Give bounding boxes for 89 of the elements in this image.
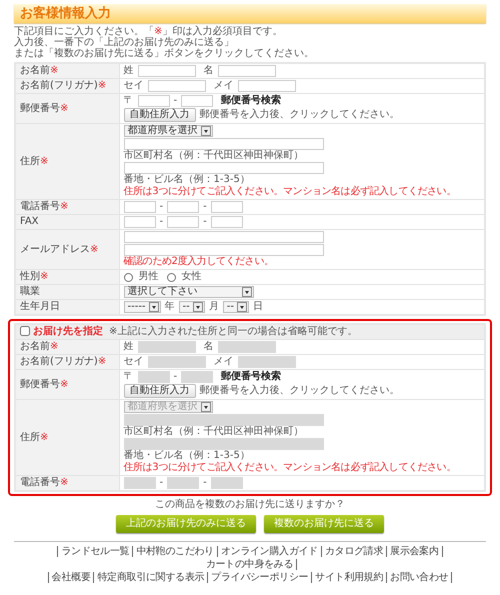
footer-link[interactable]: サイト利用規約: [312, 572, 388, 583]
hint-text: 郵便番号を入力後、クリックしてください。: [200, 385, 400, 397]
note-text: 住所は3つに分けてご記入ください。マンション名は必ず記入してください。: [124, 186, 457, 198]
footer-link[interactable]: 中村鞄のこだわり: [133, 546, 218, 557]
field-prefix: メイ: [214, 80, 234, 92]
unit-label: 日: [252, 301, 263, 313]
hyphen-text: -: [160, 216, 164, 228]
caption-text: 番地・ビル名（例：1-3-5）: [124, 450, 251, 462]
field-label: 郵便番号※: [15, 94, 119, 124]
field-label: メールアドレス※: [15, 230, 119, 270]
field-prefix: 〒: [124, 371, 134, 383]
text-field[interactable]: [181, 95, 214, 107]
field-label: 電話番号※: [15, 476, 119, 491]
field-prefix: メイ: [214, 356, 234, 368]
field-prefix: 姓: [124, 341, 134, 353]
text-field[interactable]: [124, 216, 156, 228]
footer-link[interactable]: カートの中身をみる: [202, 559, 298, 570]
unit-label: 月: [208, 301, 219, 313]
select-field[interactable]: 選択して下さい: [124, 286, 254, 298]
caption-text: 市区町村名（例：千代田区神田神保町）: [124, 426, 304, 438]
field-label: お名前※: [15, 63, 119, 78]
unit-label: 年: [164, 301, 175, 313]
hyphen-text: -: [203, 216, 207, 228]
field-label: お名前(フリガナ)※: [15, 354, 119, 370]
text-field[interactable]: [238, 80, 296, 92]
caption-text: 番地・ビル名（例：1-3-5）: [124, 174, 251, 186]
footer-link[interactable]: 特定商取引に関する表示: [94, 572, 208, 583]
text-field[interactable]: [218, 65, 276, 77]
footer-link[interactable]: プライバシーポリシー: [208, 572, 312, 583]
field-prefix: セイ: [124, 356, 144, 368]
field-prefix: 〒: [124, 95, 134, 107]
hyphen-text: -: [174, 95, 178, 107]
option-label: 女性: [182, 271, 202, 283]
text-field[interactable]: [124, 162, 324, 174]
field-label: お名前※: [15, 340, 119, 354]
hyphen-text: -: [160, 477, 164, 489]
intro-text: 入力後、一番下の「上記のお届け先のみに送る」: [14, 37, 235, 48]
text-field[interactable]: [124, 231, 324, 243]
option-label: 男性: [138, 271, 158, 283]
auto-address-button[interactable]: 自動住所入力: [124, 108, 196, 122]
note-text: 住所は3つに分けてご記入ください。マンション名は必ず記入してください。: [124, 462, 457, 474]
text-field[interactable]: [167, 216, 200, 228]
field-prefix: 名: [204, 65, 214, 77]
text-field[interactable]: [138, 95, 170, 107]
footer-link[interactable]: 会社概要: [48, 572, 94, 583]
footer-link[interactable]: カタログ請求: [322, 546, 388, 557]
field-label: お名前(フリガナ)※: [15, 78, 119, 94]
field-label: 郵便番号※: [15, 370, 119, 400]
hyphen-text: -: [160, 201, 164, 213]
text-field[interactable]: [138, 65, 196, 77]
footer-link[interactable]: ランドセル一覧: [57, 546, 134, 557]
select-field[interactable]: --: [222, 301, 249, 313]
text-field[interactable]: [124, 138, 324, 150]
text-field[interactable]: [210, 201, 243, 213]
field-label: 住所※: [15, 400, 119, 476]
field-prefix: セイ: [124, 80, 144, 92]
field-label: FAX: [15, 214, 119, 230]
hint-text: 郵便番号を入力後、クリックしてください。: [200, 109, 400, 121]
field-label: 電話番号※: [15, 200, 119, 214]
field-label: 住所※: [15, 124, 119, 200]
intro-text: 下記項目にご入力ください。「※」印は入力必須項目です。: [14, 26, 284, 37]
field-label: 性別※: [15, 270, 119, 284]
radio-button[interactable]: [124, 272, 132, 282]
text-field[interactable]: [124, 201, 156, 213]
select-field[interactable]: 都道府県を選択: [124, 125, 212, 137]
postal-search-link[interactable]: 郵便番号検索: [221, 95, 282, 107]
text-field[interactable]: [148, 80, 206, 92]
delivery-note: ※上記に入力された住所と同一の場合は省略可能です。: [109, 326, 358, 337]
text-field[interactable]: [124, 244, 324, 256]
note-text: 確認のため2度入力してください。: [124, 256, 274, 268]
hyphen-text: -: [174, 371, 178, 383]
caption-text: 市区町村名（例：千代田区神田神保町）: [124, 150, 304, 162]
footer-link[interactable]: お問い合わせ: [387, 572, 452, 583]
field-prefix: 名: [204, 341, 214, 353]
hyphen-text: -: [203, 201, 207, 213]
intro-text: または「複数のお届け先に送る」ボタンをクリックしてください。: [14, 48, 315, 59]
hyphen-text: -: [203, 477, 207, 489]
radio-button[interactable]: [166, 272, 176, 282]
select-field[interactable]: -----: [124, 301, 161, 313]
footer-link[interactable]: オンライン購入ガイド: [218, 546, 322, 557]
field-label: 生年月日: [15, 300, 119, 315]
text-field[interactable]: [210, 216, 243, 228]
footer-link[interactable]: 展示会案内: [387, 546, 443, 557]
page-title: お客様情報入力: [14, 4, 486, 23]
text-field[interactable]: [167, 201, 200, 213]
select-field[interactable]: --: [178, 301, 205, 313]
field-label: 職業: [15, 284, 119, 300]
field-prefix: 姓: [124, 65, 134, 77]
question-text: この商品を複数のお届け先に送りますか？: [154, 499, 346, 511]
